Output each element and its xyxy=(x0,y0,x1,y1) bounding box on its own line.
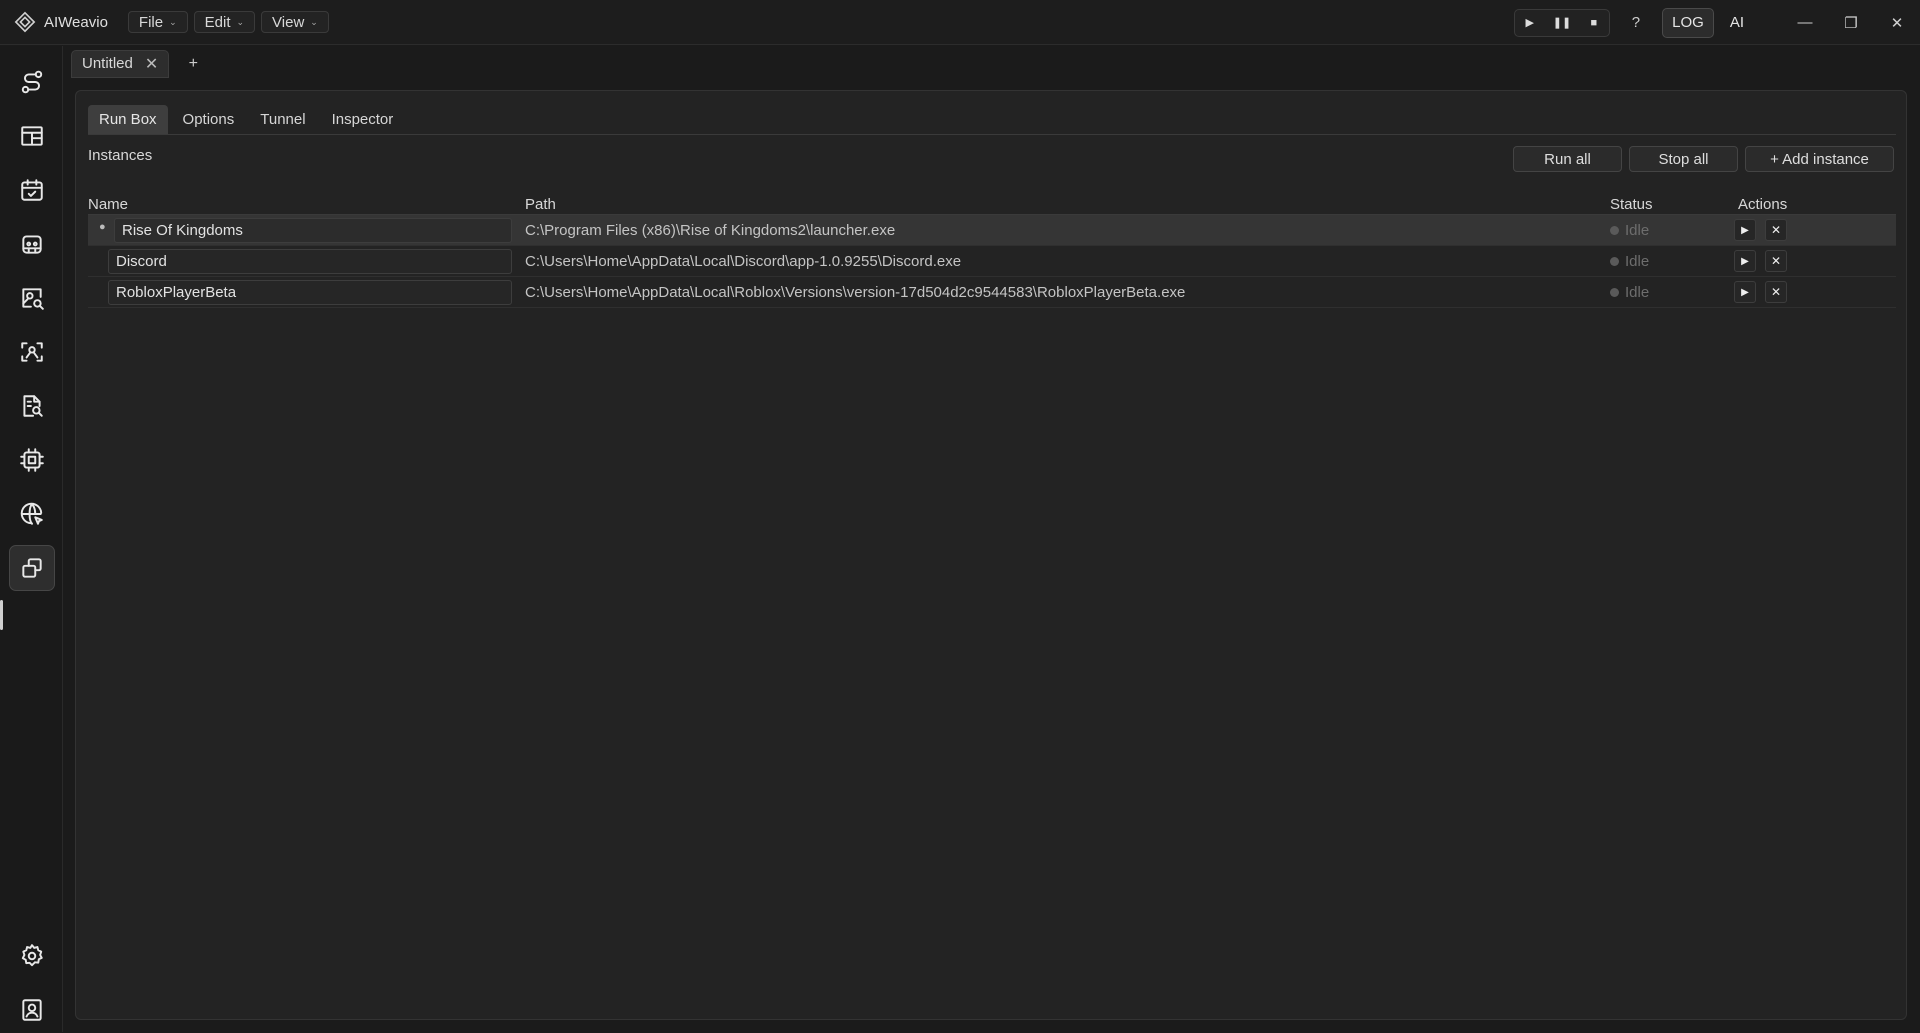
menu-bar: File ⌄ Edit ⌄ View ⌄ xyxy=(127,11,329,33)
column-header-actions: Actions xyxy=(1738,196,1788,213)
table-row[interactable]: RobloxPlayerBeta C:\Users\Home\AppData\L… xyxy=(88,277,1896,308)
globe-cursor-icon xyxy=(20,502,43,525)
tab-tunnel[interactable]: Tunnel xyxy=(249,105,316,134)
view-menu[interactable]: View ⌄ xyxy=(261,11,329,33)
run-instance-button[interactable]: ▶ xyxy=(1734,250,1756,272)
close-tab-icon[interactable]: ✕ xyxy=(145,54,158,74)
status-badge: Idle xyxy=(1610,284,1649,301)
instance-path: C:\Users\Home\AppData\Local\Roblox\Versi… xyxy=(525,284,1186,301)
instance-name-field[interactable]: Rise Of Kingdoms xyxy=(114,218,512,243)
section-title: Instances xyxy=(88,147,153,164)
logo-icon xyxy=(14,11,36,33)
file-menu[interactable]: File ⌄ xyxy=(127,11,188,33)
sidebar-item-settings[interactable] xyxy=(9,933,55,979)
view-menu-label: View xyxy=(272,13,305,31)
sidebar-item-web[interactable] xyxy=(9,491,55,537)
sidebar-item-schedule[interactable] xyxy=(9,167,55,213)
instance-path: C:\Program Files (x86)\Rise of Kingdoms2… xyxy=(525,222,896,239)
status-badge: Idle xyxy=(1610,222,1649,239)
status-badge: Idle xyxy=(1610,253,1649,270)
sidebar-item-windows[interactable] xyxy=(9,545,55,591)
run-instance-button[interactable]: ▶ xyxy=(1734,281,1756,303)
instance-actions: Run all Stop all + Add instance xyxy=(1513,146,1894,172)
edit-menu-label: Edit xyxy=(204,13,231,31)
help-button[interactable]: ? xyxy=(1632,14,1640,31)
instance-name-field[interactable]: Discord xyxy=(108,249,512,274)
scan-face-icon xyxy=(21,342,43,362)
tab-run-box[interactable]: Run Box xyxy=(88,105,168,134)
route-icon xyxy=(21,70,43,94)
status-dot-icon xyxy=(1610,226,1619,235)
close-icon[interactable]: ✕ xyxy=(1874,14,1920,32)
tab-inspector[interactable]: Inspector xyxy=(321,105,405,134)
app-logo: AIWeavio xyxy=(14,11,108,33)
chevron-down-icon: ⌄ xyxy=(236,16,245,27)
table-header: Name Path Status Actions xyxy=(88,195,1896,215)
image-search-icon xyxy=(22,288,44,310)
chevron-down-icon: ⌄ xyxy=(169,16,177,27)
status-text: Idle xyxy=(1625,222,1650,239)
run-controls: ▶ ❚❚ ■ xyxy=(1513,8,1610,37)
cpu-icon xyxy=(20,448,44,472)
panel-tabs: Run Box Options Tunnel Inspector xyxy=(88,105,1896,135)
instances-table: Name Path Status Actions ● Rise Of Kingd… xyxy=(88,195,1896,308)
active-indicator xyxy=(0,600,3,630)
column-header-status: Status xyxy=(1610,196,1653,213)
instance-path: C:\Users\Home\AppData\Local\Discord\app-… xyxy=(525,253,962,270)
pause-icon[interactable]: ❚❚ xyxy=(1553,16,1571,29)
file-menu-label: File xyxy=(138,13,164,31)
remove-instance-button[interactable]: ✕ xyxy=(1765,250,1787,272)
sidebar-item-route[interactable] xyxy=(9,59,55,105)
settings-icon xyxy=(21,944,43,967)
status-text: Idle xyxy=(1625,284,1650,301)
contact-icon xyxy=(22,999,42,1021)
sidebar-item-file-search[interactable] xyxy=(9,383,55,429)
title-bar: AIWeavio File ⌄ Edit ⌄ View ⌄ ▶ ❚❚ ■ ? LOG … xyxy=(0,0,1920,45)
add-instance-button[interactable]: + Add instance xyxy=(1745,146,1894,172)
table-row[interactable]: ● Rise Of Kingdoms C:\Program Files (x86… xyxy=(88,215,1896,246)
calendar-check-icon xyxy=(21,179,43,201)
minimize-icon[interactable]: — xyxy=(1782,14,1828,31)
sidebar-item-bot[interactable] xyxy=(9,221,55,267)
sidebar-item-image-search[interactable] xyxy=(9,275,55,321)
log-button[interactable]: LOG xyxy=(1662,7,1714,38)
app-name: AIWeavio xyxy=(44,13,108,31)
sidebar-item-scan[interactable] xyxy=(9,329,55,375)
doc-tab-label: Untitled xyxy=(82,55,133,72)
sidebar-item-layout[interactable] xyxy=(9,113,55,159)
ai-button[interactable]: AI xyxy=(1730,14,1744,31)
stop-all-button[interactable]: Stop all xyxy=(1629,146,1738,172)
run-all-button[interactable]: Run all xyxy=(1513,146,1622,172)
status-dot-icon xyxy=(1610,257,1619,266)
stop-icon[interactable]: ■ xyxy=(1585,17,1603,29)
document-tabs: Untitled ✕ + xyxy=(64,46,1920,81)
sidebar-item-cpu[interactable] xyxy=(9,437,55,483)
remove-instance-button[interactable]: ✕ xyxy=(1765,281,1787,303)
status-dot-icon xyxy=(1610,288,1619,297)
edit-menu[interactable]: Edit ⌄ xyxy=(193,11,256,33)
column-header-name: Name xyxy=(88,196,129,213)
instance-name-field[interactable]: RobloxPlayerBeta xyxy=(108,280,512,305)
bot-icon xyxy=(22,235,42,254)
layout-icon xyxy=(21,126,43,146)
play-icon[interactable]: ▶ xyxy=(1521,16,1539,29)
status-text: Idle xyxy=(1625,253,1650,270)
tab-options[interactable]: Options xyxy=(172,105,246,134)
title-bar-controls: ▶ ❚❚ ■ ? LOG AI — ❐ ✕ xyxy=(1513,0,1920,45)
chevron-down-icon: ⌄ xyxy=(310,16,318,27)
sidebar-item-account[interactable] xyxy=(9,987,55,1033)
new-tab-button[interactable]: + xyxy=(183,55,203,73)
remove-instance-button[interactable]: ✕ xyxy=(1765,219,1787,241)
run-instance-button[interactable]: ▶ xyxy=(1734,219,1756,241)
column-header-path: Path xyxy=(525,196,556,213)
doc-tab-untitled[interactable]: Untitled ✕ xyxy=(71,49,170,78)
restore-icon[interactable]: ❐ xyxy=(1828,14,1874,32)
sidebar xyxy=(0,46,63,1032)
selected-bullet-icon: ● xyxy=(99,221,106,233)
file-search-icon xyxy=(23,395,43,417)
main-panel: Run Box Options Tunnel Inspector Instanc… xyxy=(75,90,1907,1020)
table-row[interactable]: Discord C:\Users\Home\AppData\Local\Disc… xyxy=(88,246,1896,277)
windows-icon xyxy=(22,558,42,578)
